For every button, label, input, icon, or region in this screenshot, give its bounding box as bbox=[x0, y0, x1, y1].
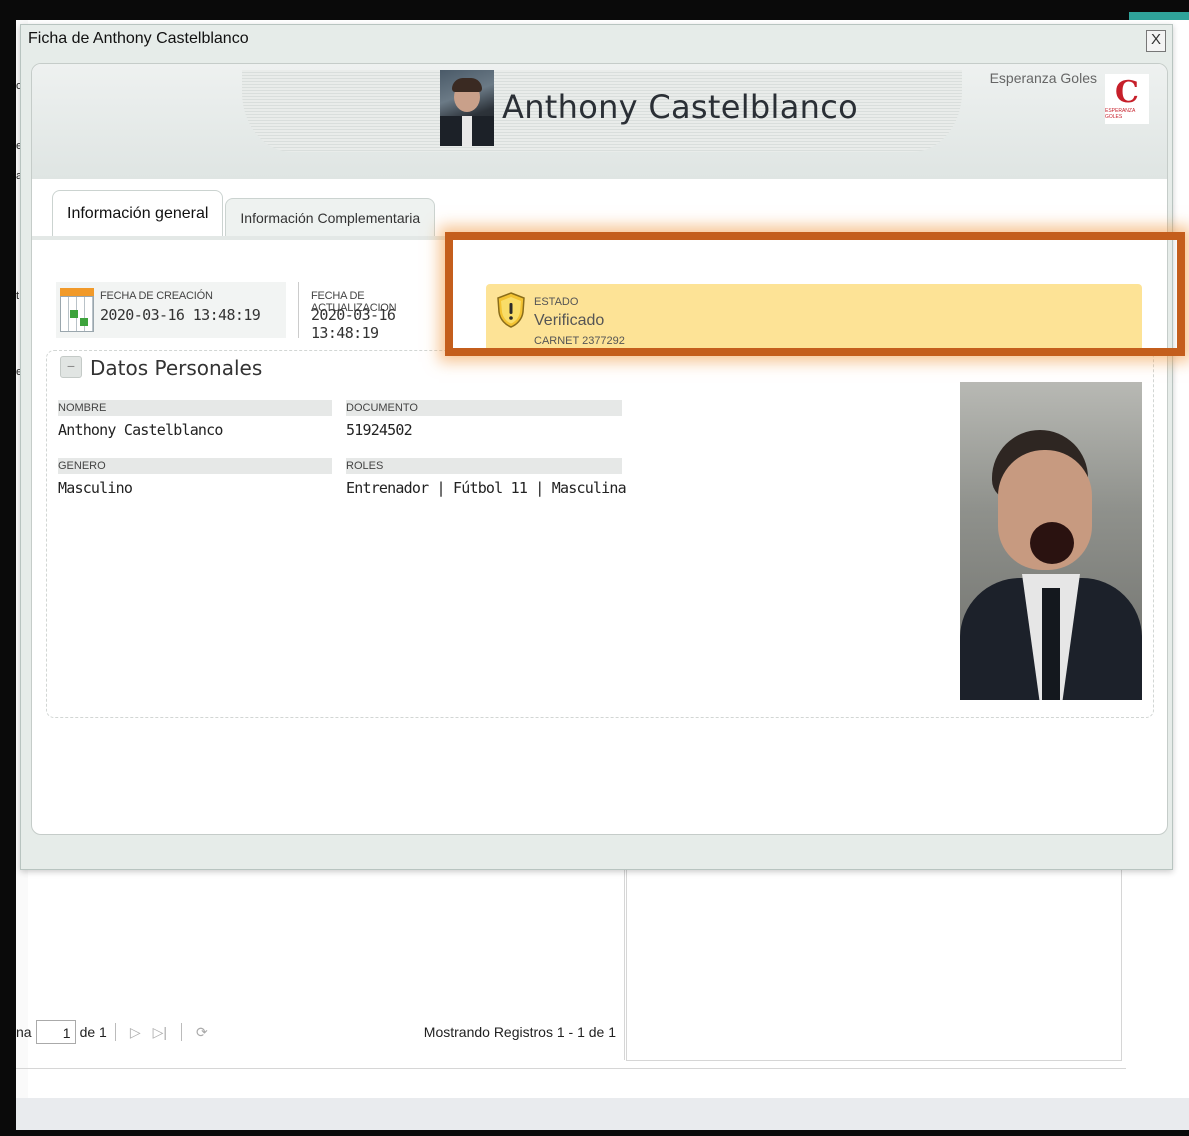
background-right-panel bbox=[626, 860, 1122, 1061]
pager-prefix: na bbox=[16, 1024, 32, 1040]
modal-titlebar[interactable]: Ficha de Anthony Castelblanco X bbox=[21, 25, 1172, 59]
profile-name: Anthony Castelblanco bbox=[502, 88, 858, 126]
field-label-documento: DOCUMENTO bbox=[346, 400, 622, 416]
background-divider bbox=[624, 870, 625, 1060]
field-label-roles: ROLES bbox=[346, 458, 622, 474]
created-value: 2020-03-16 13:48:19 bbox=[100, 306, 261, 324]
profile-photo bbox=[960, 382, 1142, 700]
status-highlight-frame bbox=[445, 232, 1185, 356]
logo-letter: C bbox=[1115, 75, 1139, 110]
player-card-modal: Ficha de Anthony Castelblanco X Anthony … bbox=[20, 24, 1173, 870]
tab-informacion-complementaria[interactable]: Información Complementaria bbox=[225, 198, 436, 236]
screen-frame-bottom bbox=[0, 1130, 1189, 1136]
next-page-icon[interactable]: ▷ bbox=[130, 1024, 141, 1041]
updated-value: 2020-03-16 13:48:19 bbox=[311, 306, 396, 342]
background-grid-bottom bbox=[16, 1068, 1126, 1069]
teal-accent bbox=[1129, 12, 1189, 20]
avatar bbox=[440, 70, 494, 146]
organization-name: Esperanza Goles bbox=[989, 70, 1097, 86]
pager-separator bbox=[114, 1023, 116, 1041]
section-title: Datos Personales bbox=[90, 356, 263, 380]
field-value-documento: 51924502 bbox=[346, 421, 413, 439]
field-label-nombre: NOMBRE bbox=[58, 400, 332, 416]
created-date-block: FECHA DE CREACIÓN 2020-03-16 13:48:19 bbox=[56, 282, 286, 338]
tab-informacion-general[interactable]: Información general bbox=[52, 190, 224, 236]
pager-separator bbox=[181, 1023, 183, 1041]
profile-header: Anthony Castelblanco Esperanza Goles C E… bbox=[32, 64, 1167, 179]
calendar-icon bbox=[60, 288, 94, 332]
modal-title: Ficha de Anthony Castelblanco bbox=[28, 30, 249, 47]
pager-total: de 1 bbox=[79, 1024, 107, 1040]
field-label-genero: GENERO bbox=[58, 458, 332, 474]
field-value-genero: Masculino bbox=[58, 479, 133, 497]
created-label: FECHA DE CREACIÓN bbox=[100, 290, 213, 302]
last-page-icon[interactable]: ▷| bbox=[153, 1024, 167, 1041]
screen-frame-top bbox=[0, 0, 1189, 20]
logo-text: ESPERANZA GOLES bbox=[1105, 108, 1136, 120]
close-icon[interactable]: X bbox=[1146, 30, 1166, 52]
updated-date-block: FECHA DE ACTUALIZACION 2020-03-16 13:48:… bbox=[298, 282, 439, 342]
field-value-nombre: Anthony Castelblanco bbox=[58, 421, 223, 439]
screen-frame-left bbox=[0, 0, 16, 1136]
pagination-bar: na 1 de 1 ▷ ▷| ⟳ Mostrando Registros 1 -… bbox=[16, 1014, 622, 1050]
field-value-roles: Entrenador | Fútbol 11 | Masculina bbox=[346, 479, 627, 497]
pager-status: Mostrando Registros 1 - 1 de 1 bbox=[423, 1024, 616, 1040]
organization-logo: C ESPERANZA GOLES bbox=[1105, 74, 1149, 124]
refresh-icon[interactable]: ⟳ bbox=[196, 1024, 208, 1041]
collapse-section-button[interactable]: − bbox=[60, 356, 82, 378]
background-glyph: t bbox=[16, 290, 20, 302]
background-footer-bar bbox=[16, 1098, 1189, 1130]
tab-bar: Información general Información Compleme… bbox=[52, 190, 437, 236]
modal-body: Anthony Castelblanco Esperanza Goles C E… bbox=[31, 63, 1168, 835]
page-number-input[interactable]: 1 bbox=[35, 1020, 76, 1044]
